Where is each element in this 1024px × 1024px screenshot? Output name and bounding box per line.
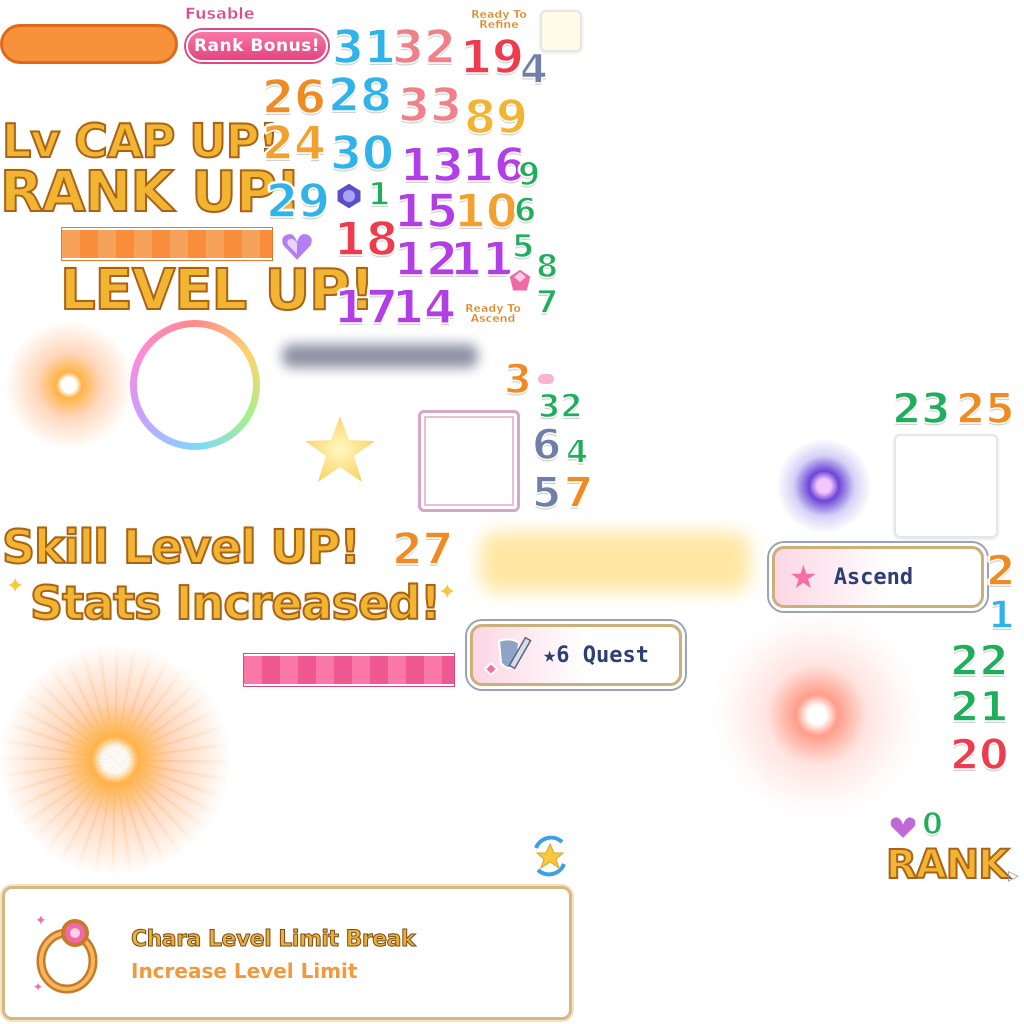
limit-break-subtitle: Increase Level Limit [131, 959, 358, 983]
blank-card-slot [894, 434, 998, 538]
number-10: 10 [453, 184, 519, 238]
stats-increased-text: Stats Increased! [29, 575, 442, 631]
number-27: 27 [391, 524, 454, 575]
ascend-button[interactable]: ★ Ascend [772, 546, 984, 608]
number-31: 31 [331, 20, 397, 74]
number-7-green: 7 [535, 283, 559, 321]
number-3: 3 [503, 357, 532, 403]
pink-crystal-icon [504, 266, 536, 296]
number-89: 89 [463, 90, 529, 144]
blue-magic-glow [776, 438, 872, 534]
number-9: 9 [517, 155, 541, 193]
number-15: 15 [393, 184, 459, 238]
number-19: 19 [459, 30, 525, 84]
pink-ribbon-bar [244, 654, 454, 686]
number-0: 0 [921, 807, 943, 842]
number-1-blue: 1 [987, 593, 1015, 637]
sparkle-icon: ✦ [6, 574, 25, 599]
number-25: 25 [955, 384, 1015, 433]
limit-break-title: Chara Level Limit Break [130, 927, 416, 953]
number-13: 13 [399, 138, 465, 192]
number-5-slate: 5 [531, 468, 562, 517]
skill-level-up-text: Skill Level UP! [1, 519, 362, 575]
orange-pill-bar [0, 24, 178, 64]
level-up-text: LEVEL UP! [59, 257, 376, 324]
number-29: 29 [265, 174, 331, 228]
pink-selection-frame [418, 410, 520, 512]
number-6-green: 6 [513, 191, 537, 229]
purple-gem-icon [334, 180, 364, 212]
small-blank-slot [540, 10, 582, 52]
ascend-button-label: Ascend [833, 564, 914, 590]
svg-text:✦: ✦ [33, 980, 43, 994]
crystal-heart-icon [886, 810, 920, 843]
limit-break-panel[interactable]: ✦ ✦ Chara Level Limit Break Increase Leve… [2, 886, 572, 1020]
blurred-yellow-banner [480, 532, 750, 592]
pink-dot [538, 374, 554, 384]
sword-shield-icon [481, 633, 533, 677]
sparkle-icon: ✦ [438, 580, 457, 605]
ready-to-refine-label: Ready To Refine [471, 8, 527, 31]
number-32: 32 [391, 20, 457, 74]
number-30: 30 [329, 126, 395, 180]
number-4-green: 4 [565, 433, 589, 471]
orange-ribbon-bar [62, 228, 272, 260]
number-16: 16 [461, 138, 527, 192]
number-4: 4 [519, 47, 548, 93]
red-orb-glow [712, 610, 922, 820]
number-22: 22 [949, 636, 1009, 685]
gold-ring-icon: ✦ ✦ [31, 911, 107, 995]
number-14: 14 [391, 280, 457, 334]
rank-label: RANK [885, 841, 1010, 889]
rank-up-text: RANK UP! [0, 159, 302, 226]
arrow-right-icon[interactable]: ▷ [1008, 868, 1019, 884]
svg-text:✦: ✦ [35, 913, 47, 929]
number-20: 20 [949, 730, 1009, 779]
burst-rays [0, 640, 230, 880]
star-icon [300, 410, 380, 490]
number-17: 17 [333, 280, 399, 334]
number-1-green: 1 [367, 175, 391, 213]
number-18: 18 [333, 212, 399, 266]
quest-button-label: ★6 Quest [543, 642, 649, 668]
blurred-gray-bar [282, 344, 478, 368]
number-6-slate: 6 [531, 420, 562, 469]
number-5-green: 5 [511, 227, 535, 265]
rainbow-ring-inner [137, 327, 253, 443]
star-icon: ★ [789, 558, 818, 596]
refresh-star-icon [528, 834, 572, 878]
number-7-orange: 7 [563, 468, 594, 517]
quest-button[interactable]: ★6 Quest [470, 624, 682, 686]
number-33: 33 [397, 78, 463, 132]
number-2: 2 [985, 546, 1016, 595]
number-32-green: 32 [537, 387, 583, 425]
number-28: 28 [327, 68, 393, 122]
number-26: 26 [261, 70, 327, 124]
number-21: 21 [949, 682, 1009, 731]
number-8: 8 [535, 247, 559, 285]
fusable-label: Fusable [185, 4, 255, 24]
number-24: 24 [261, 116, 327, 170]
number-12: 12 [393, 232, 459, 286]
ready-to-ascend-label: Ready To Ascend [465, 302, 521, 325]
orange-burst-glow [4, 320, 134, 450]
number-23: 23 [891, 384, 951, 433]
rank-bonus-badge: Rank Bonus! [186, 30, 328, 62]
